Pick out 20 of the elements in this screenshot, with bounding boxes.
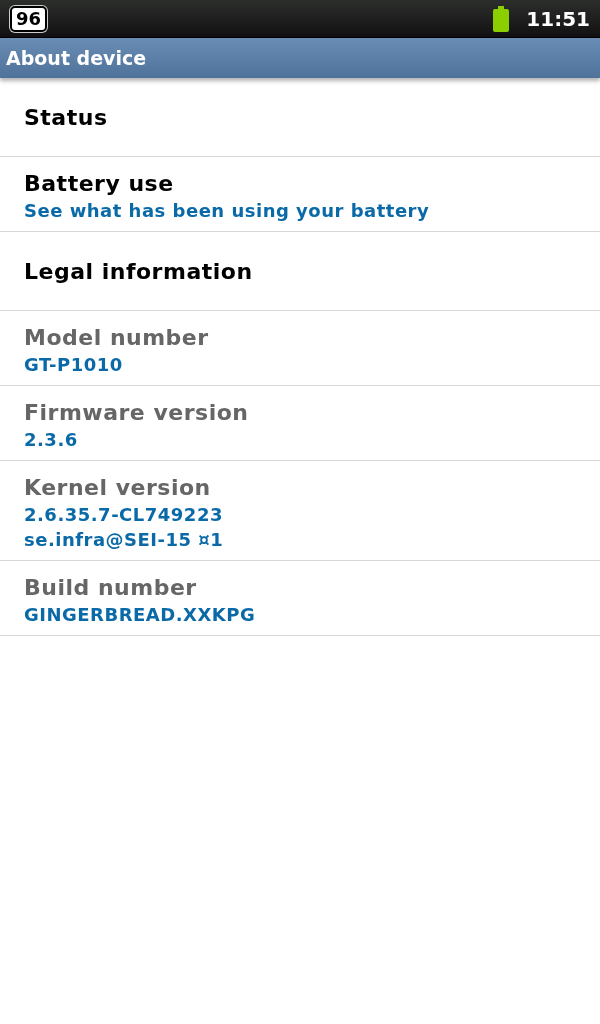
item-title: Legal information <box>24 258 254 284</box>
item-value: GINGERBREAD.XXKPG <box>24 604 257 625</box>
item-title: Firmware version <box>24 400 250 425</box>
settings-item[interactable]: Legal information <box>0 232 600 311</box>
item-value: See what has been using your battery <box>24 200 431 221</box>
clock: 11:51 <box>526 6 590 31</box>
item-title: Build number <box>24 575 198 600</box>
item-value: 2.6.35.7-CL749223 <box>24 504 224 525</box>
item-value: GT-P1010 <box>24 354 124 375</box>
screen-title: About device <box>6 47 147 69</box>
item-value: 2.3.6 <box>24 429 79 450</box>
item-title: Model number <box>24 325 210 350</box>
battery-icon <box>492 5 511 32</box>
settings-item[interactable]: Battery use See what has been using your battery <box>0 157 600 232</box>
item-title: Battery use <box>24 171 175 196</box>
settings-item[interactable]: Status <box>0 78 600 157</box>
item-value: se.infra@SEI-15 ¤1 <box>24 529 225 550</box>
notification-badge: 96 <box>10 5 48 32</box>
item-title: Status <box>24 104 109 130</box>
item-title: Kernel version <box>24 475 212 500</box>
